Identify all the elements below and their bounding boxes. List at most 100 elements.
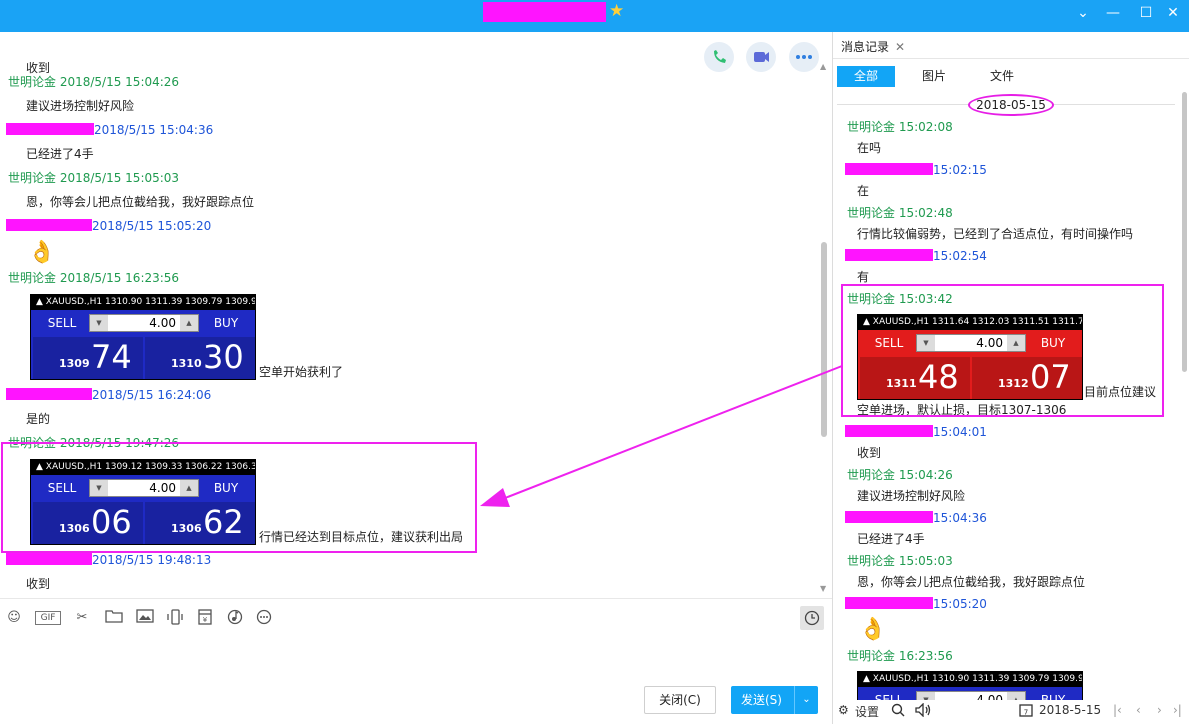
date-label: 2018-05-15 bbox=[968, 94, 1054, 116]
tab-label: 消息记录 bbox=[841, 40, 890, 54]
image-icon[interactable] bbox=[135, 609, 155, 627]
history-sender-line: 15:02:54 bbox=[833, 245, 1173, 267]
trade-header: ▲ XAUUSD.,H1 1310.90 1311.39 1309.79 130… bbox=[858, 672, 1082, 687]
folder-icon[interactable] bbox=[104, 609, 124, 627]
history-emoji: 👌 bbox=[833, 615, 1173, 645]
more-tools-icon[interactable] bbox=[254, 609, 274, 627]
message-time: 2018/5/15 15:04:26 bbox=[59, 75, 180, 89]
close-button[interactable]: 关闭(C) bbox=[644, 686, 716, 714]
sell-price-small: 1309 bbox=[59, 357, 90, 370]
spin-down-icon[interactable]: ▼ bbox=[90, 315, 108, 331]
first-page-icon[interactable]: |‹ bbox=[1113, 703, 1122, 717]
chat-scroll-thumb[interactable] bbox=[821, 242, 827, 437]
tab-underline bbox=[833, 58, 1189, 59]
message-time: 2018/5/15 16:23:56 bbox=[59, 271, 180, 285]
sell-price[interactable]: 130974 bbox=[33, 337, 143, 379]
shake-icon[interactable] bbox=[165, 609, 185, 627]
next-page-icon[interactable]: › bbox=[1157, 703, 1162, 717]
scissors-icon[interactable]: ✂ bbox=[72, 609, 92, 627]
date-nav-label[interactable]: 2018-5-15 bbox=[1039, 703, 1101, 717]
sender-name: 世明论金 bbox=[847, 468, 899, 482]
redacted-sender bbox=[845, 249, 933, 261]
message-time: 15:04:26 bbox=[898, 468, 953, 482]
trade-caption: 空单开始获利了 bbox=[259, 365, 344, 379]
trade-widget: ▲ XAUUSD.,H1 1310.90 1311.39 1309.79 130… bbox=[30, 294, 256, 380]
close-icon[interactable]: ✕ bbox=[1162, 4, 1184, 22]
message-time: 15:05:03 bbox=[898, 554, 953, 568]
settings-label[interactable]: 设置 bbox=[855, 703, 879, 720]
sender-name: 世明论金 bbox=[847, 649, 899, 663]
highlight-box-chat bbox=[1, 442, 477, 553]
history-sender-line: 15:02:15 bbox=[833, 159, 1173, 181]
message-text: 是的 bbox=[26, 412, 51, 426]
redacted-sender bbox=[845, 511, 933, 523]
sender-line: 2018/5/15 15:05:20 bbox=[0, 214, 820, 238]
message-text: 建议进场控制好风险 bbox=[26, 99, 135, 113]
calendar-icon[interactable]: 7 bbox=[1019, 703, 1033, 720]
sender-line: 世明论金 2018/5/15 16:23:56 bbox=[0, 266, 820, 290]
minimize-icon[interactable]: — bbox=[1102, 4, 1124, 22]
message-time: 15:02:54 bbox=[933, 249, 987, 263]
gear-icon[interactable]: ⚙ bbox=[838, 703, 849, 717]
search-icon[interactable] bbox=[891, 703, 905, 720]
buy-button[interactable]: BUY bbox=[199, 313, 253, 333]
history-scroll-thumb[interactable] bbox=[1182, 92, 1187, 372]
smile-icon[interactable]: ☺ bbox=[4, 609, 24, 627]
tab-message-history[interactable]: 消息记录 ✕ bbox=[841, 38, 905, 55]
spin-up-icon[interactable]: ▲ bbox=[180, 315, 198, 331]
buy-price-big: 30 bbox=[203, 338, 244, 376]
redacted-sender bbox=[845, 597, 933, 609]
redacted-sender bbox=[845, 425, 933, 437]
input-toolbar: ☺ GIF ✂ ¥ bbox=[0, 598, 832, 634]
history-text: 建议进场控制好风险 bbox=[857, 489, 966, 503]
history-bottom-bar: ⚙ 设置 7 2018-5-15 |‹ ‹ › ›| bbox=[833, 700, 1189, 724]
buy-price[interactable]: 131030 bbox=[145, 337, 255, 379]
gif-icon[interactable]: GIF bbox=[35, 611, 61, 625]
history-text: 在 bbox=[857, 184, 870, 198]
filter-images[interactable]: 图片 bbox=[905, 66, 963, 87]
sender-line: 2018/5/15 16:24:06 bbox=[0, 383, 820, 407]
maximize-icon[interactable]: ☐ bbox=[1135, 4, 1157, 22]
filter-all[interactable]: 全部 bbox=[837, 66, 895, 87]
sender-line: 2018/5/15 15:04:36 bbox=[0, 118, 820, 142]
speaker-icon[interactable] bbox=[915, 702, 933, 720]
close-tab-icon[interactable]: ✕ bbox=[895, 40, 905, 54]
sell-button[interactable]: SELL bbox=[35, 313, 89, 333]
red-packet-icon[interactable]: ¥ bbox=[195, 609, 215, 627]
more-options-icon[interactable] bbox=[789, 42, 819, 72]
history-sender-line: 世明论金 16:23:56 bbox=[833, 645, 1173, 667]
history-text: 收到 bbox=[857, 446, 882, 460]
message-time: 15:02:48 bbox=[898, 206, 953, 220]
message-time: 2018/5/15 15:04:36 bbox=[94, 123, 214, 137]
video-icon[interactable] bbox=[746, 42, 776, 72]
history-text: 已经进了4手 bbox=[857, 532, 925, 546]
music-icon[interactable] bbox=[225, 609, 245, 627]
sender-name: 世明论金 bbox=[847, 120, 899, 134]
chevron-down-icon[interactable]: ⌄ bbox=[1072, 4, 1094, 22]
prev-page-icon[interactable]: ‹ bbox=[1136, 703, 1141, 717]
message-time: 16:23:56 bbox=[898, 649, 953, 663]
clock-icon[interactable] bbox=[800, 606, 824, 630]
chevron-down-icon[interactable]: ⌄ bbox=[794, 686, 818, 714]
message-time: 2018/5/15 16:24:06 bbox=[92, 388, 212, 402]
sender-name: 世明论金 bbox=[8, 171, 60, 185]
history-text: 在吗 bbox=[857, 141, 882, 155]
message-time: 15:05:20 bbox=[933, 597, 987, 611]
send-label: 发送(S) bbox=[741, 693, 782, 707]
star-icon[interactable]: ★ bbox=[609, 1, 624, 21]
message-emoji: 👌 bbox=[0, 238, 820, 266]
send-button[interactable]: 发送(S) ⌄ bbox=[731, 686, 818, 714]
redacted-sender bbox=[845, 163, 933, 175]
message-text: 收到 bbox=[26, 577, 51, 591]
filter-files[interactable]: 文件 bbox=[973, 66, 1031, 87]
title-bar: ★ ⌄ — ☐ ✕ bbox=[0, 0, 1189, 32]
last-page-icon[interactable]: ›| bbox=[1173, 703, 1182, 717]
sender-line: 世明论金 2018/5/15 15:05:03 bbox=[0, 166, 820, 190]
message-text: 恩，你等会儿把点位截给我，我好跟踪点位 bbox=[26, 195, 255, 209]
history-sender-line: 15:04:36 bbox=[833, 507, 1173, 529]
history-sender-line: 世明论金 15:02:48 bbox=[833, 202, 1173, 224]
svg-text:¥: ¥ bbox=[203, 616, 208, 624]
phone-icon[interactable] bbox=[704, 42, 734, 72]
buy-price-small: 1310 bbox=[171, 357, 202, 370]
lot-size-input[interactable]: 4.00▼▲ bbox=[89, 314, 199, 332]
